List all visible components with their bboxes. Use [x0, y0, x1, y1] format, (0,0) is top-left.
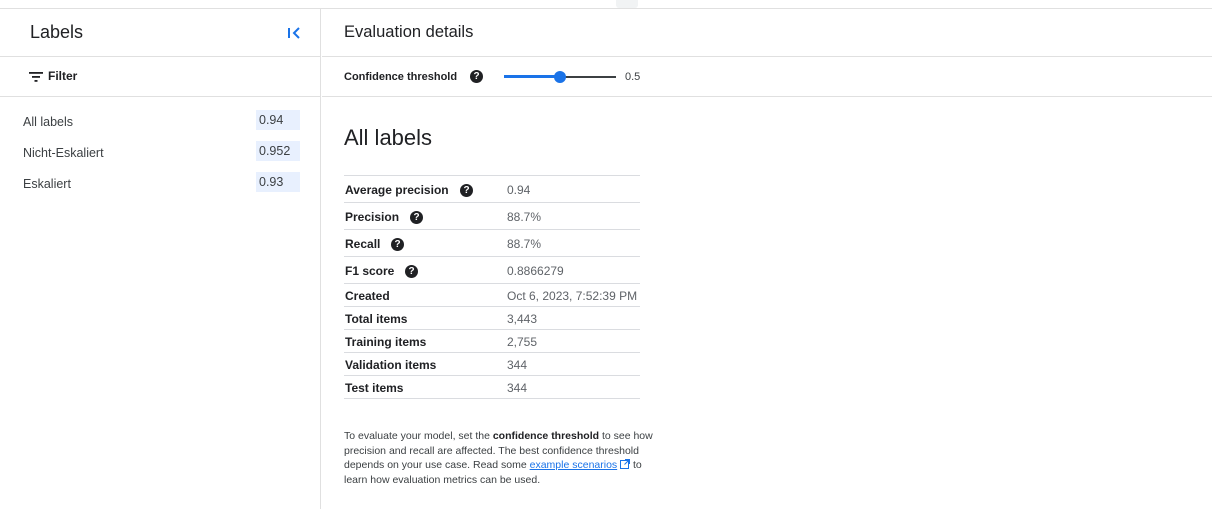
threshold-value: 0.5 — [625, 71, 641, 83]
help-icon[interactable]: ? — [470, 70, 483, 83]
help-icon[interactable]: ? — [460, 184, 473, 197]
panel-header: Evaluation details — [322, 9, 1212, 57]
slider-fill — [504, 75, 560, 78]
help-icon[interactable]: ? — [391, 238, 404, 251]
help-icon[interactable]: ? — [410, 211, 423, 224]
evaluation-panel: Evaluation details Confidence threshold … — [322, 9, 1212, 509]
metric-value: 88.7% — [507, 237, 542, 251]
page-title: Evaluation details — [344, 23, 474, 41]
label-item-all-labels[interactable]: All labels 0.94 — [0, 110, 320, 144]
label-item-eskaliert[interactable]: Eskaliert 0.93 — [0, 172, 320, 206]
label-name: Eskaliert — [23, 177, 71, 191]
metric-value: 344 — [507, 381, 528, 395]
help-icon[interactable]: ? — [405, 265, 418, 278]
metric-name: Created — [345, 289, 390, 303]
metric-row: Average precision? 0.94 — [344, 176, 640, 203]
confidence-threshold-slider[interactable] — [504, 69, 616, 85]
metric-name: Total items — [345, 312, 408, 326]
metric-row: Training items 2,755 — [344, 330, 640, 353]
metric-row: Validation items 344 — [344, 353, 640, 376]
top-drag-handle — [616, 0, 638, 8]
metric-value: 2,755 — [507, 335, 538, 349]
filter-icon — [29, 72, 43, 82]
metric-name: Precision — [345, 210, 400, 224]
metric-name: Average precision — [345, 183, 449, 197]
metric-row: Recall? 88.7% — [344, 230, 640, 257]
metric-name: Test items — [345, 381, 404, 395]
collapse-sidebar-button[interactable] — [284, 23, 304, 43]
filter-label: Filter — [48, 69, 78, 83]
metric-name: F1 score — [345, 264, 395, 278]
metric-name: Validation items — [345, 358, 437, 372]
label-score: 0.94 — [256, 110, 300, 130]
threshold-label: Confidence threshold — [344, 71, 458, 83]
metric-row: Created Oct 6, 2023, 7:52:39 PM — [344, 284, 640, 307]
label-item-nicht-eskaliert[interactable]: Nicht-Eskaliert 0.952 — [0, 141, 320, 175]
metric-row: Precision? 88.7% — [344, 203, 640, 230]
metric-value: 3,443 — [507, 312, 538, 326]
sidebar-header: Labels — [0, 9, 320, 57]
label-score: 0.952 — [256, 141, 300, 161]
metric-row: Total items 3,443 — [344, 307, 640, 330]
label-list: All labels 0.94 Nicht-Eskaliert 0.952 Es… — [0, 97, 320, 206]
example-scenarios-link[interactable]: example scenarios — [530, 459, 618, 471]
filter-button[interactable]: Filter — [0, 57, 320, 97]
section-title: All labels — [344, 125, 433, 150]
label-name: Nicht-Eskaliert — [23, 146, 104, 160]
collapse-sidebar-icon — [288, 27, 300, 39]
metric-row: Test items 344 — [344, 376, 640, 399]
explanation-part: To evaluate your model, set the — [344, 430, 493, 442]
metric-value: Oct 6, 2023, 7:52:39 PM — [507, 289, 638, 303]
sidebar-title: Labels — [30, 22, 84, 42]
label-score: 0.93 — [256, 172, 300, 192]
explanation-bold: confidence threshold — [492, 430, 600, 442]
slider-thumb[interactable] — [554, 71, 566, 83]
threshold-bar: Confidence threshold ? 0.5 — [322, 57, 1212, 97]
metric-value: 0.94 — [507, 183, 531, 197]
labels-sidebar: Labels Filter All labels 0.94 Nicht-Eska… — [0, 9, 321, 509]
metric-value: 344 — [507, 358, 528, 372]
metrics-table: Average precision? 0.94 Precision? 88.7% Rec… — [344, 175, 640, 399]
metric-value: 88.7% — [507, 210, 542, 224]
metric-value: 0.8866279 — [507, 264, 564, 278]
metric-name: Recall — [345, 237, 381, 251]
metric-row: F1 score? 0.8866279 — [344, 257, 640, 284]
label-name: All labels — [23, 115, 74, 129]
explanation-text: To evaluate your model, set the confiden… — [344, 429, 664, 487]
metric-name: Training items — [345, 335, 427, 349]
open-in-new-icon — [620, 459, 631, 469]
